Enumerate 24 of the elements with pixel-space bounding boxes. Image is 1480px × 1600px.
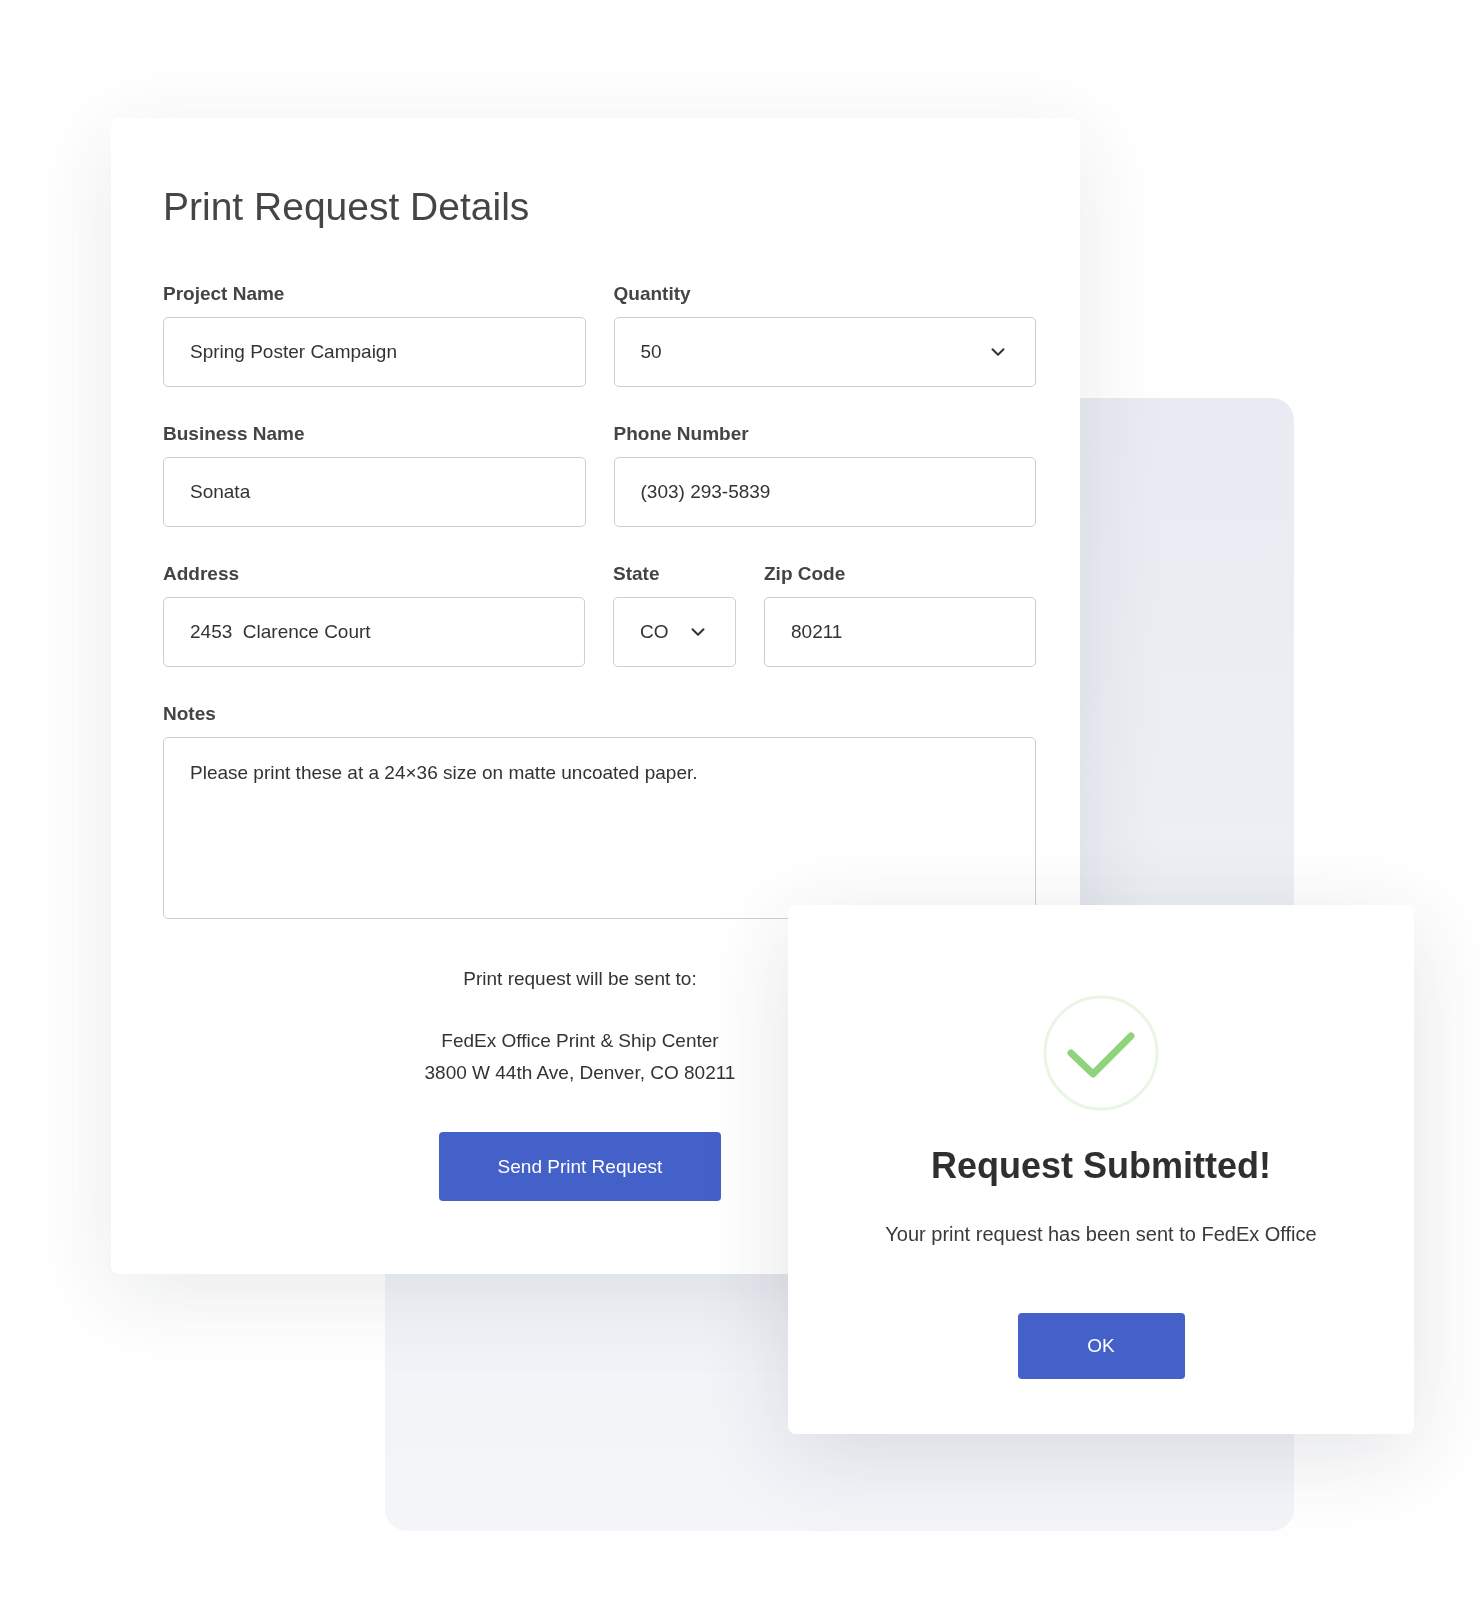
text-field[interactable]: 80211 [764,597,1036,667]
recipient-heading: Print request will be sent to: [463,967,697,991]
select-field[interactable]: CO [613,597,736,667]
field-label: Address [163,562,240,586]
field-label: Project Name [163,282,285,306]
form-title: Print Request Details [163,184,530,230]
recipient-address: FedEx Office Print & Ship Center 3800 W 44th Ave, Denver, CO 80211 [424,1029,736,1085]
dialog-message: Your print request has been sent to FedEx Office [885,1222,1317,1247]
dialog-title: Request Submitted! [931,1144,1271,1188]
field-label: Quantity [613,282,691,306]
select-field[interactable]: 50 [613,317,1036,387]
text-field[interactable]: Sonata [163,457,586,527]
text-field[interactable]: Spring Poster Campaign [163,317,586,387]
textarea-field[interactable]: Please print these at a 24×36 size on matte uncoated paper. [163,737,1036,919]
field-label: Business Name [163,422,305,446]
field-label: State [613,562,660,586]
field-label: Notes [163,702,216,726]
ok-button[interactable]: OK [1017,1313,1185,1379]
text-field[interactable]: (303) 293-5839 [613,457,1036,527]
check-circle-icon [1043,995,1159,1111]
field-label: Zip Code [764,562,846,586]
field-label: Phone Number [613,422,749,446]
text-field[interactable]: 2453 Clarence Court [163,597,585,667]
send-button[interactable]: Send Print Request [439,1132,721,1201]
